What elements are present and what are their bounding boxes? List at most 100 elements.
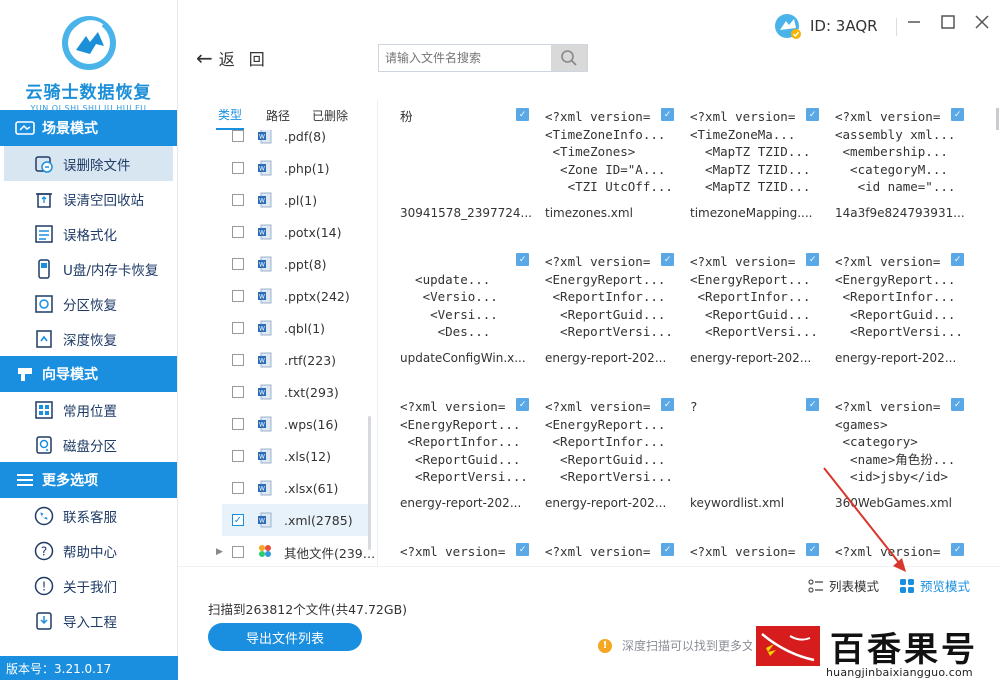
type-checkbox[interactable]	[232, 290, 244, 302]
file-checkbox[interactable]: ✓	[661, 398, 674, 411]
user-id-area[interactable]: ID: 3AQR	[774, 12, 878, 40]
type-checkbox[interactable]	[232, 194, 244, 206]
file-card[interactable]: <?xml version= ✓	[690, 535, 825, 566]
file-type-row[interactable]: W .pptx(242)	[200, 280, 377, 312]
file-checkbox[interactable]: ✓	[951, 108, 964, 121]
sidebar-item[interactable]: 误格式化	[0, 216, 177, 251]
filter-tab[interactable]: 类型	[216, 100, 245, 130]
file-card[interactable]: <?xml version= <TimeZoneInfo... <TimeZon…	[545, 100, 680, 232]
sidebar-item[interactable]: ! 关于我们	[0, 568, 177, 603]
file-type-label: .xml(2785)	[284, 512, 353, 528]
file-type-row[interactable]: W .php(1)	[200, 152, 377, 184]
file-card[interactable]: 秎 ✓ 30941578_2397724...	[400, 100, 535, 232]
file-preview: <?xml version= <assembly xml... <members…	[835, 100, 970, 200]
file-card[interactable]: <?xml version= <EnergyReport... <ReportI…	[400, 390, 535, 522]
sidebar-item[interactable]: 误删除文件	[4, 146, 173, 181]
file-card[interactable]: <update... <Versio... <Versi... <Des... ✓…	[400, 245, 535, 377]
file-type-row[interactable]: W .potx(14)	[200, 216, 377, 248]
filter-tab[interactable]: 路径	[266, 100, 290, 130]
grid-scrollbar[interactable]	[996, 108, 999, 130]
sidebar-item-label: 关于我们	[63, 579, 117, 596]
file-checkbox[interactable]: ✓	[951, 398, 964, 411]
file-card[interactable]: <?xml version= <EnergyReport... <ReportI…	[690, 245, 825, 377]
sidebar-item[interactable]: 深度恢复	[0, 321, 177, 356]
other-files-icon	[258, 544, 272, 560]
close-button[interactable]	[974, 14, 990, 30]
knight-logo-icon	[61, 16, 116, 70]
file-card[interactable]: <?xml version= <assembly xml... <members…	[835, 100, 970, 232]
sidebar-item[interactable]: ? 帮助中心	[0, 533, 177, 568]
file-type-row[interactable]: W .xlsx(61)	[200, 472, 377, 504]
filter-scrollbar[interactable]	[368, 416, 371, 550]
file-card[interactable]: <?xml version= <EnergyReport... <ReportI…	[545, 390, 680, 522]
file-checkbox[interactable]: ✓	[516, 108, 529, 121]
file-checkbox[interactable]: ✓	[806, 543, 819, 556]
sidebar-item[interactable]: 磁盘分区	[0, 427, 177, 462]
file-type-row[interactable]: W .qbl(1)	[200, 312, 377, 344]
search-button[interactable]	[551, 45, 587, 71]
minimize-button[interactable]	[906, 14, 922, 30]
file-checkbox[interactable]: ✓	[806, 108, 819, 121]
file-card[interactable]: <?xml version= <games> <category> <name>…	[835, 390, 970, 522]
type-checkbox[interactable]	[232, 130, 244, 142]
file-checkbox[interactable]: ✓	[516, 543, 529, 556]
sidebar-item[interactable]: U盘/内存卡恢复	[0, 251, 177, 286]
file-type-row[interactable]: ▶ 其他文件(239…	[200, 536, 377, 566]
file-card[interactable]: <?xml version= ✓	[400, 535, 535, 566]
file-type-row[interactable]: W .pdf(8)	[200, 130, 377, 152]
svg-text:!: !	[42, 579, 47, 593]
sidebar-item[interactable]: 误清空回收站	[0, 181, 177, 216]
window-controls	[906, 14, 990, 30]
file-checkbox[interactable]: ✓	[516, 253, 529, 266]
file-card[interactable]: <?xml version= ✓	[835, 535, 970, 566]
sidebar-item-label: 常用位置	[63, 403, 117, 420]
file-type-row[interactable]: ✓ W .xml(2785)	[222, 504, 368, 536]
file-type-row[interactable]: W .rtf(223)	[200, 344, 377, 376]
search-input[interactable]	[379, 45, 551, 71]
file-preview: <?xml version= <EnergyReport... <ReportI…	[835, 253, 964, 339]
file-checkbox[interactable]: ✓	[661, 108, 674, 121]
file-checkbox[interactable]: ✓	[951, 253, 964, 266]
file-card[interactable]: <?xml version= <EnergyReport... <ReportI…	[835, 245, 970, 377]
file-checkbox[interactable]: ✓	[516, 398, 529, 411]
type-checkbox[interactable]: ✓	[232, 514, 244, 526]
export-file-list-button[interactable]: 导出文件列表	[208, 623, 362, 651]
type-checkbox[interactable]	[232, 162, 244, 174]
sidebar-item[interactable]: 常用位置	[0, 392, 177, 427]
file-card[interactable]: <?xml version= <TimeZoneMa... <MapTZ TZI…	[690, 100, 825, 232]
file-checkbox[interactable]: ✓	[661, 543, 674, 556]
file-type-row[interactable]: W .xls(12)	[200, 440, 377, 472]
file-card[interactable]: <?xml version= ✓	[545, 535, 680, 566]
type-checkbox[interactable]	[232, 386, 244, 398]
expand-caret-icon[interactable]: ▶	[216, 547, 223, 557]
type-checkbox[interactable]	[232, 354, 244, 366]
file-checkbox[interactable]: ✓	[806, 253, 819, 266]
file-preview: <?xml version= ✓	[400, 535, 535, 566]
type-checkbox[interactable]	[232, 450, 244, 462]
deep-scan-tip[interactable]: ! 深度扫描可以找到更多文	[598, 637, 754, 654]
file-checkbox[interactable]: ✓	[951, 543, 964, 556]
file-preview: <?xml version= <games> <category> <name>…	[835, 390, 970, 490]
type-checkbox[interactable]	[232, 482, 244, 494]
type-checkbox[interactable]	[232, 418, 244, 430]
sidebar-item[interactable]: 联系客服	[0, 498, 177, 533]
svg-text:W: W	[259, 262, 265, 269]
file-checkbox[interactable]: ✓	[661, 253, 674, 266]
file-type-row[interactable]: W .txt(293)	[200, 376, 377, 408]
file-card[interactable]: ? ✓ keywordlist.xml	[690, 390, 825, 522]
type-checkbox[interactable]	[232, 322, 244, 334]
back-button[interactable]: ← 返回	[196, 46, 279, 70]
sidebar-item[interactable]: 分区恢复	[0, 286, 177, 321]
file-checkbox[interactable]: ✓	[806, 398, 819, 411]
type-checkbox[interactable]	[232, 258, 244, 270]
file-type-row[interactable]: W .wps(16)	[200, 408, 377, 440]
file-card[interactable]: <?xml version= <EnergyReport... <ReportI…	[545, 245, 680, 377]
file-type-row[interactable]: W .pl(1)	[200, 184, 377, 216]
filter-tab[interactable]: 已删除	[312, 100, 348, 130]
maximize-button[interactable]	[940, 14, 956, 30]
file-type-row[interactable]: W .ppt(8)	[200, 248, 377, 280]
type-checkbox[interactable]	[232, 546, 244, 558]
file-preview: <?xml version= ✓	[690, 535, 825, 566]
sidebar-item[interactable]: 导入工程	[0, 603, 177, 638]
type-checkbox[interactable]	[232, 226, 244, 238]
